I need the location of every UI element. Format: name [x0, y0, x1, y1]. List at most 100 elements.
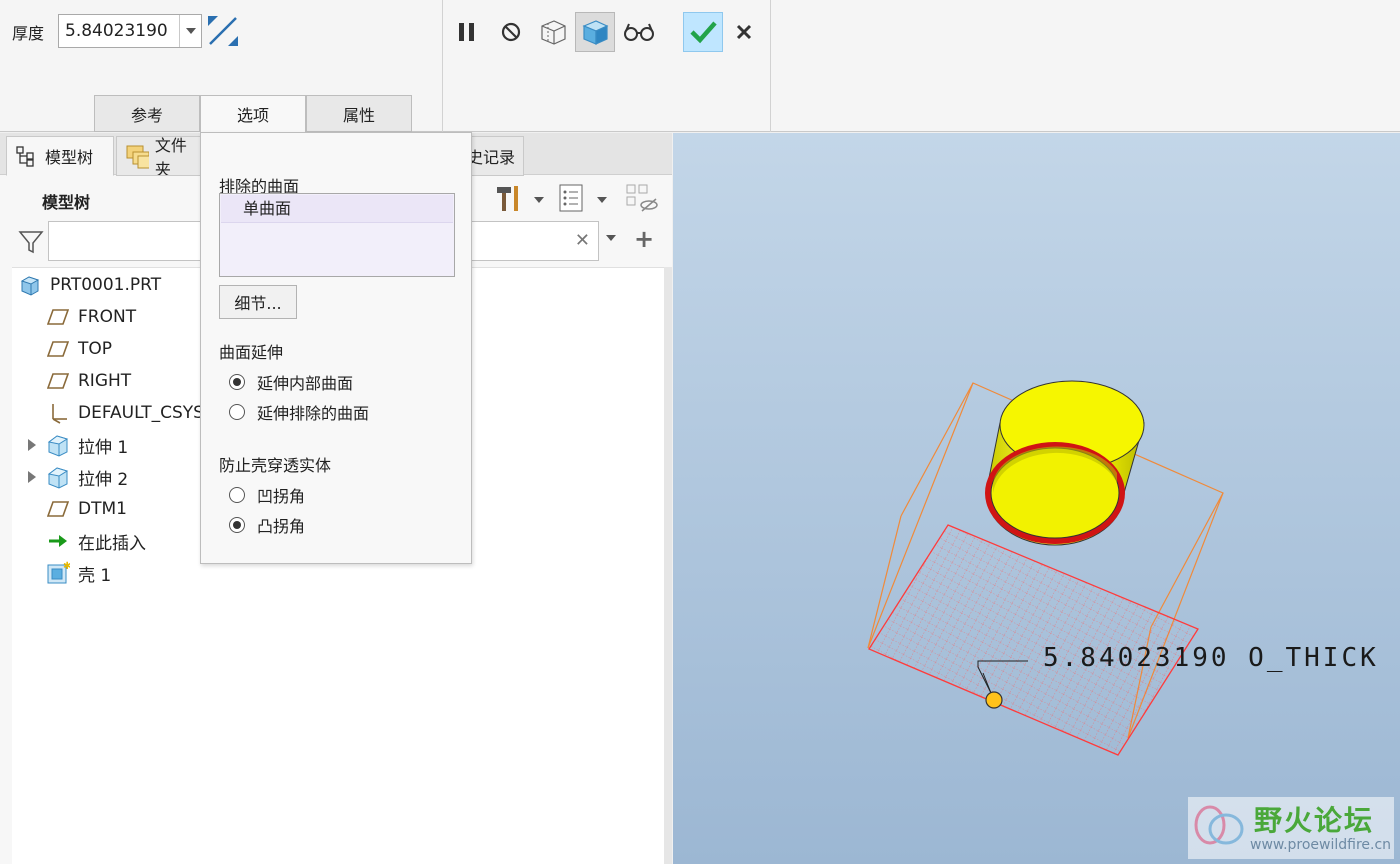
radio-extend-internal[interactable]: 延伸内部曲面 [229, 370, 353, 394]
tree-scrollbar[interactable] [664, 267, 672, 864]
tab-history-label: 史记录 [466, 148, 515, 167]
details-button[interactable]: 细节... [219, 285, 297, 319]
settings-tools-icon[interactable] [494, 183, 522, 213]
expand-arrow-icon[interactable] [28, 439, 36, 451]
chevron-down-icon[interactable] [606, 235, 616, 241]
options-panel: 排除的曲面 单曲面 细节... 曲面延伸 延伸内部曲面 延伸排除的曲面 防止壳穿… [200, 132, 472, 564]
tree-item-shell-1[interactable]: ✱ 壳 1 [46, 558, 111, 588]
thickness-label: 厚度 [12, 24, 45, 43]
folder-icon [126, 145, 149, 169]
hide-items-icon[interactable] [625, 183, 659, 213]
radio-convex-corner[interactable]: 凸拐角 [229, 513, 305, 537]
datum-plane-icon [46, 305, 70, 329]
tree-item-label: RIGHT [78, 371, 132, 391]
tree-item-right[interactable]: RIGHT [46, 366, 131, 396]
excluded-surface-item[interactable]: 单曲面 [221, 195, 453, 223]
tree-item-insert-here[interactable]: 在此插入 [46, 526, 146, 556]
thickness-value[interactable]: 5.84023190 [65, 21, 168, 41]
radio-label: 延伸排除的曲面 [257, 404, 370, 423]
datum-plane-icon [46, 369, 70, 393]
radio-selected-icon[interactable] [229, 374, 245, 390]
tree-item-default-csys[interactable]: DEFAULT_CSYS [46, 398, 204, 428]
thickness-dropdown-button[interactable] [179, 15, 201, 47]
tab-options[interactable]: 选项 [200, 95, 306, 133]
surface-extend-label: 曲面延伸 [219, 343, 284, 362]
close-icon [736, 24, 752, 40]
no-preview-button[interactable] [491, 12, 531, 52]
checkmark-icon [690, 21, 717, 44]
glasses-icon [624, 23, 654, 41]
drag-handle[interactable] [985, 691, 1003, 709]
radio-label: 凹拐角 [257, 487, 306, 506]
watermark-url: www.proewildfire.cn [1250, 837, 1392, 853]
prevent-penetration-label: 防止壳穿透实体 [219, 456, 332, 475]
tree-item-label: FRONT [78, 307, 137, 327]
radio-unselected-icon[interactable] [229, 404, 245, 420]
tab-folder-label: 文件夹 [154, 136, 187, 176]
extrude-icon [46, 465, 70, 489]
graphics-viewport[interactable]: 5.84023190 O_THICK 野火论坛 www.proewildfire… [673, 133, 1400, 864]
chevron-down-icon[interactable] [534, 197, 544, 203]
watermark-logo-icon [1194, 805, 1244, 845]
wireframe-preview-button[interactable] [533, 12, 573, 52]
ribbon-separator [770, 0, 771, 132]
watermark: 野火论坛 www.proewildfire.cn [1188, 797, 1394, 859]
base-plate [868, 524, 1199, 756]
tree-item-part[interactable]: PRT0001.PRT [18, 270, 161, 300]
tab-model-tree-label: 模型树 [45, 148, 94, 167]
pause-button[interactable] [447, 12, 487, 52]
radio-extend-excluded[interactable]: 延伸排除的曲面 [229, 400, 369, 424]
excluded-surfaces-list[interactable]: 单曲面 [219, 193, 455, 277]
pause-icon [459, 23, 474, 41]
shell-icon: ✱ [46, 561, 70, 585]
tree-title: 模型树 [42, 193, 91, 212]
wireframe-icon [541, 20, 566, 45]
tree-item-extrude-2[interactable]: 拉伸 2 [28, 462, 129, 492]
filter-icon[interactable] [18, 229, 44, 255]
datum-plane-icon [46, 497, 70, 521]
tab-references[interactable]: 参考 [94, 95, 200, 132]
radio-label: 延伸内部曲面 [257, 374, 354, 393]
tree-item-dtm1[interactable]: DTM1 [46, 494, 127, 524]
show-list-icon[interactable] [558, 183, 584, 213]
insert-arrow-icon [46, 529, 70, 553]
ok-button[interactable] [683, 12, 723, 52]
thickness-dimension-text[interactable]: 5.84023190 O_THICK [1043, 643, 1379, 673]
radio-selected-icon[interactable] [229, 517, 245, 533]
tree-toolbar [490, 181, 670, 215]
cylinder-shell [985, 380, 1145, 546]
tree-item-label: PRT0001.PRT [50, 275, 162, 295]
radio-concave-corner[interactable]: 凹拐角 [229, 483, 305, 507]
tree-item-extrude-1[interactable]: 拉伸 1 [28, 430, 129, 460]
model-tree-icon [16, 146, 34, 167]
tab-folder-browser[interactable]: 文件夹 [116, 136, 202, 176]
expand-arrow-icon[interactable] [28, 471, 36, 483]
clear-icon[interactable]: ✕ [575, 230, 590, 251]
tab-model-tree[interactable]: 模型树 [6, 136, 114, 176]
preview-glasses-button[interactable] [619, 12, 659, 52]
no-preview-icon [501, 22, 521, 42]
solid-preview-icon [582, 20, 609, 45]
tree-item-front[interactable]: FRONT [46, 302, 136, 332]
thickness-combo[interactable]: 5.84023190 [58, 14, 202, 48]
tree-item-label: 壳 1 [78, 565, 112, 586]
tree-item-top[interactable]: TOP [46, 334, 112, 364]
tree-item-label: 在此插入 [78, 533, 146, 554]
cancel-button[interactable] [724, 12, 764, 52]
model-view[interactable] [673, 133, 1400, 864]
add-filter-icon[interactable]: + [634, 225, 654, 253]
ribbon-separator [442, 0, 443, 132]
flip-direction-icon[interactable] [206, 14, 240, 48]
tree-item-label: TOP [78, 339, 113, 359]
tree-item-label: DTM1 [78, 499, 127, 519]
tree-item-label: 拉伸 2 [78, 469, 129, 490]
tree-item-label: 拉伸 1 [78, 437, 129, 458]
datum-plane-icon [46, 337, 70, 361]
part-icon [18, 273, 42, 297]
shell-dashboard: 厚度 5.84023190 参考 选项 属性 [0, 0, 1400, 133]
tab-properties[interactable]: 属性 [306, 95, 412, 132]
radio-unselected-icon[interactable] [229, 487, 245, 503]
verify-preview-button[interactable] [575, 12, 615, 52]
chevron-down-icon[interactable] [597, 197, 607, 203]
watermark-name: 野火论坛 [1254, 804, 1375, 837]
